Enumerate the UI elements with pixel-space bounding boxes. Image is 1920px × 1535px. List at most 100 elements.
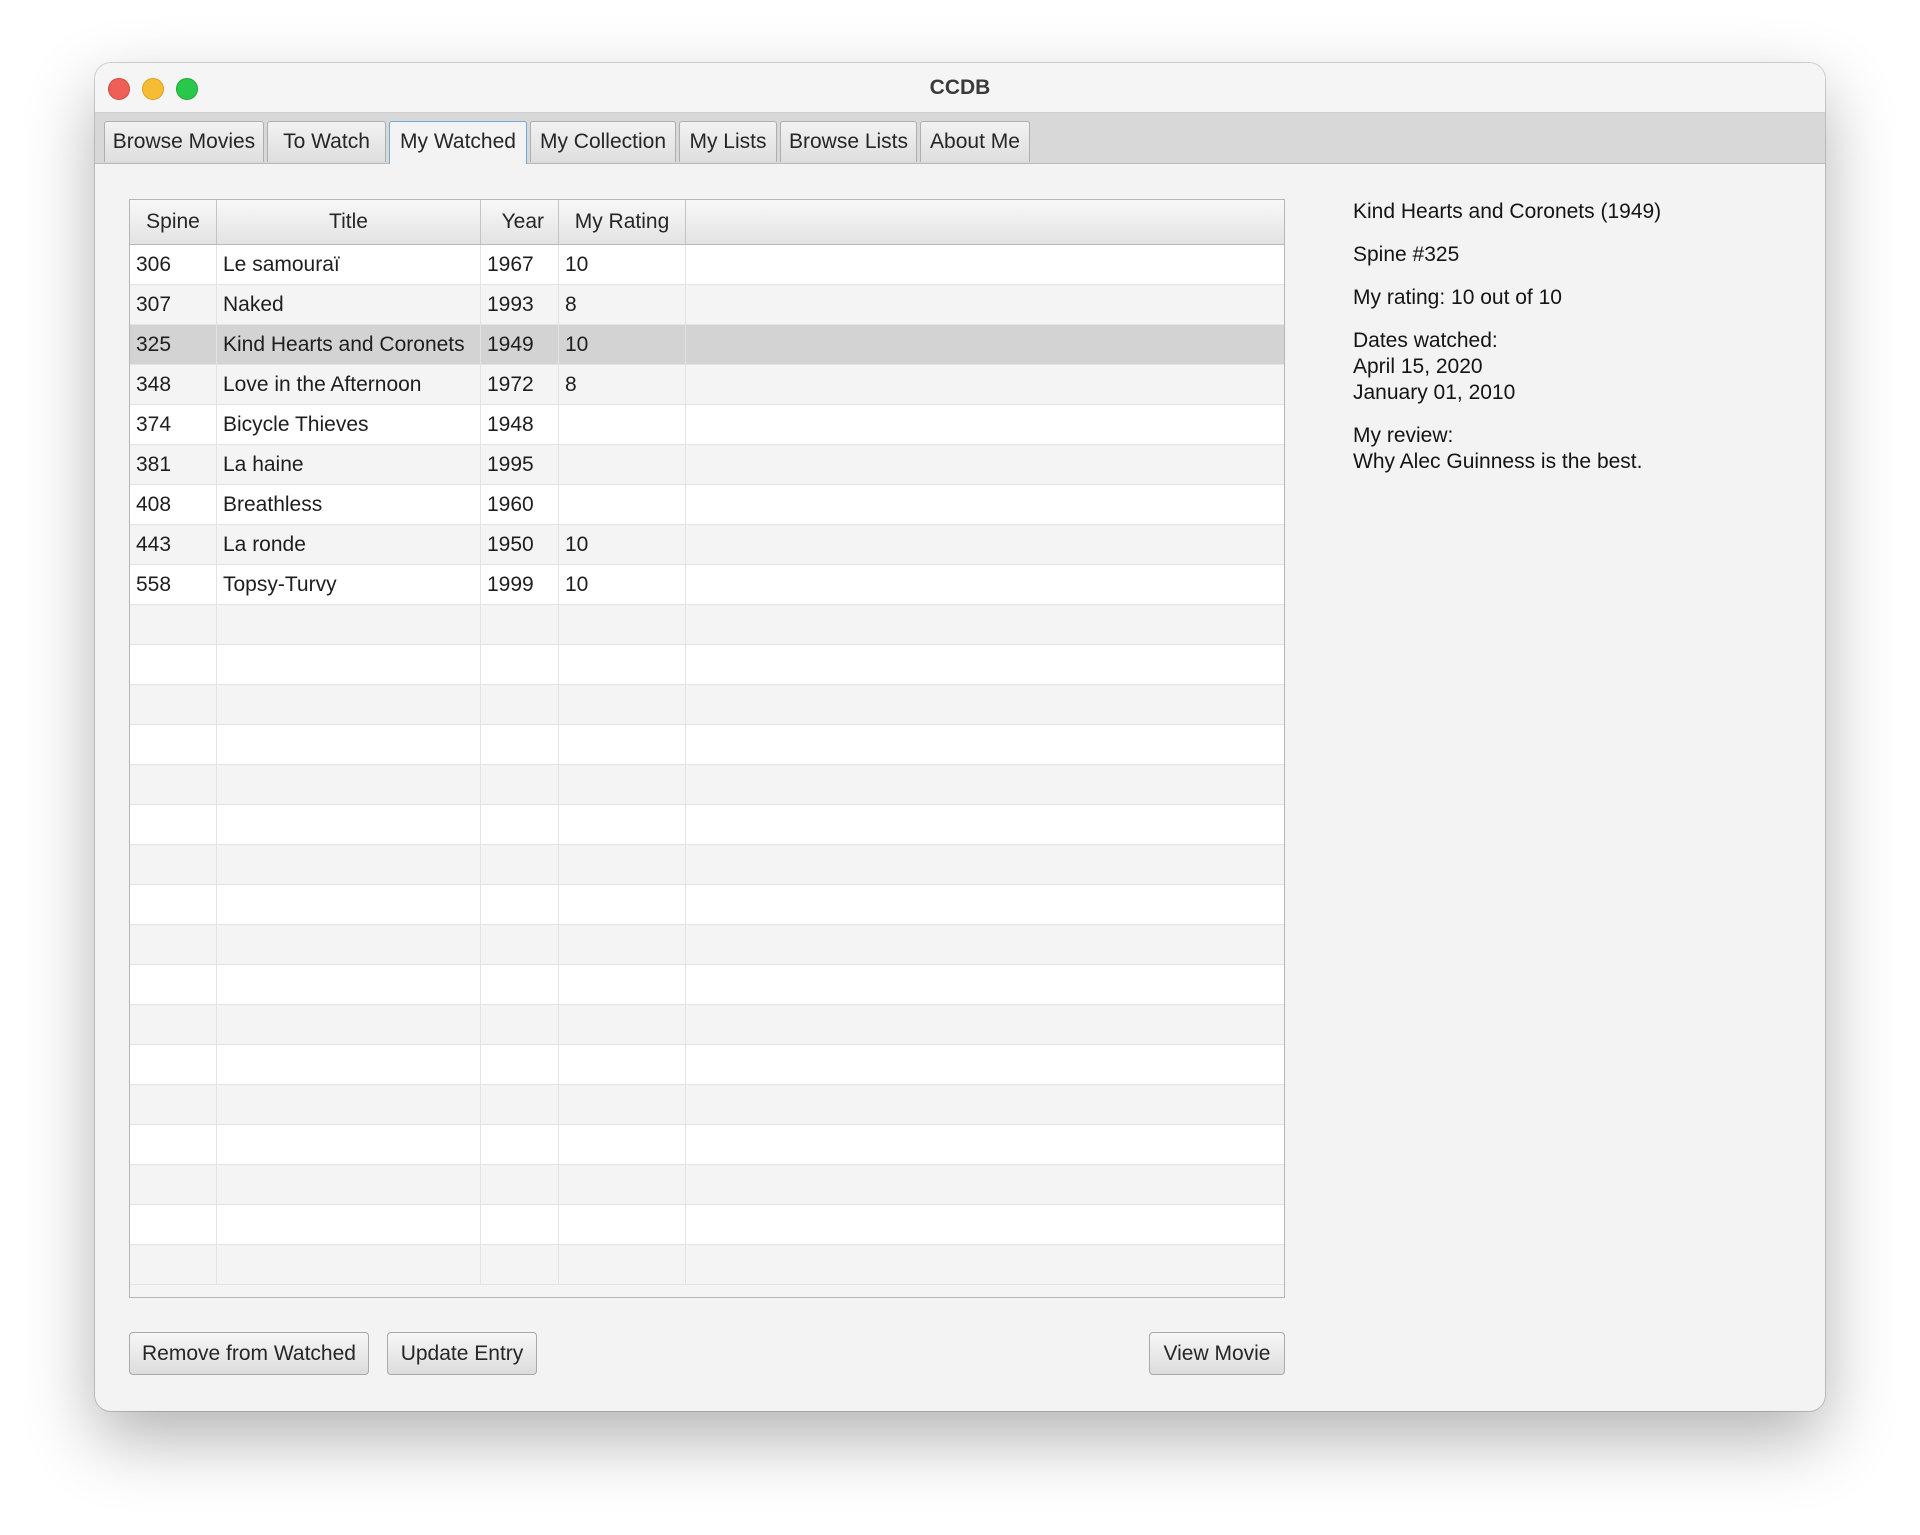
cell-filler (686, 1085, 1284, 1125)
window-title: CCDB (929, 76, 991, 99)
table-body: 306 Le samouraï 1967 10 307 Naked 1993 8 325 Kind… (130, 245, 1284, 1285)
cell-year: 1967 (481, 245, 559, 285)
details-heading: Kind Hearts and Coronets (1949) (1353, 200, 1662, 223)
cell-spine (130, 1205, 217, 1245)
cell-year (481, 1125, 559, 1165)
cell-rating (559, 1165, 686, 1205)
table-row-empty (130, 645, 1284, 685)
cell-title (217, 885, 481, 925)
cell-title (217, 805, 481, 845)
table-row-empty (130, 805, 1284, 845)
remove-from-watched-button[interactable]: Remove from Watched (129, 1332, 369, 1375)
cell-title (217, 1045, 481, 1085)
cell-filler (686, 605, 1284, 645)
table-row-empty (130, 725, 1284, 765)
cell-year: 1960 (481, 485, 559, 525)
cell-spine (130, 645, 217, 685)
view-movie-button[interactable]: View Movie (1149, 1332, 1285, 1375)
movie-details-panel: Kind Hearts and Coronets (1949) Spine #3… (1353, 199, 1793, 475)
tab-my-watched[interactable]: My Watched (389, 121, 527, 164)
cell-rating (559, 1245, 686, 1285)
cell-year: 1950 (481, 525, 559, 565)
table-row-empty (130, 925, 1284, 965)
cell-title: Love in the Afternoon (217, 365, 481, 405)
table-row[interactable]: 408 Breathless 1960 (130, 485, 1284, 525)
tab-browse-movies[interactable]: Browse Movies (104, 121, 264, 162)
update-entry-button[interactable]: Update Entry (387, 1332, 537, 1375)
cell-filler (686, 885, 1284, 925)
table-row[interactable]: 558 Topsy-Turvy 1999 10 (130, 565, 1284, 605)
table-row[interactable]: 307 Naked 1993 8 (130, 285, 1284, 325)
table-row[interactable]: 374 Bicycle Thieves 1948 (130, 405, 1284, 445)
cell-title: Le samouraï (217, 245, 481, 285)
cell-spine (130, 605, 217, 645)
cell-year (481, 725, 559, 765)
table-row-empty (130, 765, 1284, 805)
table-row[interactable]: 381 La haine 1995 (130, 445, 1284, 485)
cell-title (217, 645, 481, 685)
cell-filler (686, 485, 1284, 525)
cell-title: Kind Hearts and Coronets (217, 325, 481, 365)
tab-my-collection[interactable]: My Collection (530, 121, 676, 162)
table-row[interactable]: 325 Kind Hearts and Coronets 1949 10 (130, 325, 1284, 365)
cell-year (481, 1205, 559, 1245)
cell-filler (686, 765, 1284, 805)
cell-spine (130, 1125, 217, 1165)
cell-year (481, 845, 559, 885)
cell-filler (686, 1165, 1284, 1205)
cell-title (217, 845, 481, 885)
cell-rating (559, 765, 686, 805)
cell-rating (559, 965, 686, 1005)
app-window: CCDB Browse Movies To Watch My Watched M… (95, 63, 1825, 1411)
column-header-title[interactable]: Title (217, 200, 481, 244)
cell-rating: 10 (559, 565, 686, 605)
cell-title (217, 605, 481, 645)
cell-rating (559, 605, 686, 645)
details-date: April 15, 2020 (1353, 355, 1483, 378)
cell-rating (559, 1085, 686, 1125)
cell-filler (686, 325, 1284, 365)
watched-table[interactable]: Spine Title Year My Rating 306 Le samoura… (129, 199, 1285, 1298)
cell-filler (686, 525, 1284, 565)
cell-title (217, 685, 481, 725)
cell-rating (559, 645, 686, 685)
cell-spine: 381 (130, 445, 217, 485)
cell-spine: 408 (130, 485, 217, 525)
tab-about-me[interactable]: About Me (920, 121, 1030, 162)
cell-spine (130, 1245, 217, 1285)
title-bar: CCDB (95, 63, 1825, 113)
cell-rating: 10 (559, 325, 686, 365)
table-row[interactable]: 348 Love in the Afternoon 1972 8 (130, 365, 1284, 405)
cell-rating (559, 805, 686, 845)
cell-year: 1993 (481, 285, 559, 325)
table-row[interactable]: 443 La ronde 1950 10 (130, 525, 1284, 565)
cell-title (217, 925, 481, 965)
cell-year: 1948 (481, 405, 559, 445)
cell-rating (559, 925, 686, 965)
cell-spine (130, 845, 217, 885)
cell-filler (686, 365, 1284, 405)
column-header-year[interactable]: Year (481, 200, 559, 244)
tab-my-lists[interactable]: My Lists (679, 121, 777, 162)
column-header-filler (686, 200, 1284, 244)
table-row[interactable]: 306 Le samouraï 1967 10 (130, 245, 1284, 285)
cell-title (217, 1245, 481, 1285)
table-row-empty (130, 1085, 1284, 1125)
cell-filler (686, 845, 1284, 885)
column-header-my-rating[interactable]: My Rating (559, 200, 686, 244)
cell-year: 1999 (481, 565, 559, 605)
cell-spine: 443 (130, 525, 217, 565)
cell-rating (559, 685, 686, 725)
cell-spine (130, 725, 217, 765)
column-header-spine[interactable]: Spine (130, 200, 217, 244)
cell-year (481, 765, 559, 805)
cell-filler (686, 965, 1284, 1005)
cell-title: Bicycle Thieves (217, 405, 481, 445)
cell-spine (130, 765, 217, 805)
tab-browse-lists[interactable]: Browse Lists (780, 121, 917, 162)
tab-to-watch[interactable]: To Watch (267, 121, 386, 162)
cell-spine (130, 965, 217, 1005)
cell-title: Breathless (217, 485, 481, 525)
cell-title: La haine (217, 445, 481, 485)
cell-year (481, 645, 559, 685)
